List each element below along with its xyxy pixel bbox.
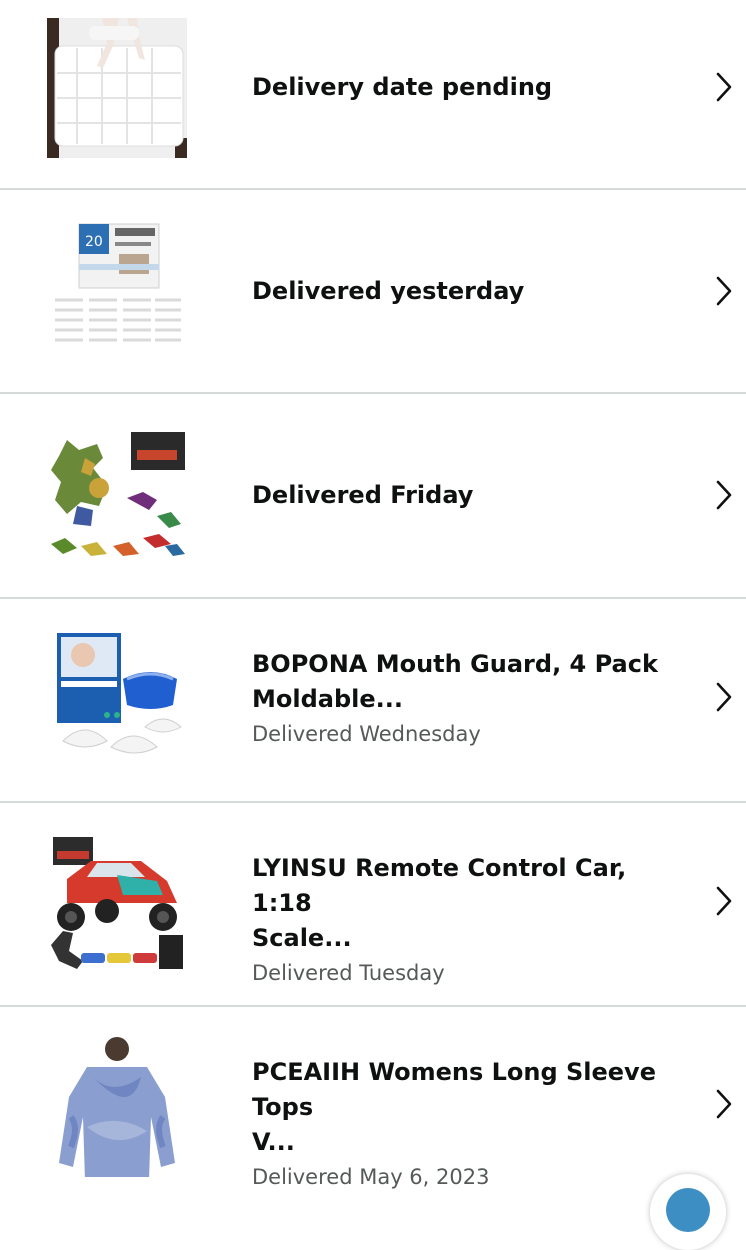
order-status: Delivered Wednesday [252,722,481,746]
chevron-right-icon [716,886,732,916]
order-status: Delivered Tuesday [252,961,445,985]
order-row[interactable]: PCEAIIH Womens Long Sleeve Tops V... Del… [0,1007,746,1211]
order-status: Delivered yesterday [252,277,525,305]
order-title-line-2: Scale... [252,924,352,952]
order-text: PCEAIIH Womens Long Sleeve Tops V... Del… [252,1055,692,1192]
chevron-right-icon [716,480,732,510]
order-title-line-2: Moldable... [252,685,404,713]
cabinet-locks-image: 20 [47,220,187,360]
order-row[interactable]: LYINSU Remote Control Car, 1:18 Scale...… [0,803,746,1007]
chevron-right-icon [716,1089,732,1119]
floating-button-icon [666,1188,710,1232]
order-title-line-2: V... [252,1128,295,1156]
rc-car-image [47,835,187,975]
order-row[interactable]: Delivery date pending [0,0,746,204]
chevron-right-icon [716,72,732,102]
order-status: Delivered Friday [252,481,474,509]
order-text: LYINSU Remote Control Car, 1:18 Scale...… [252,851,692,988]
svg-text:20: 20 [85,234,103,250]
order-row[interactable]: 20 Delivered yesterday [0,190,746,394]
order-text: Delivery date pending [252,70,692,105]
chevron-right-icon [716,682,732,712]
order-text: BOPONA Mouth Guard, 4 Pack Moldable... D… [252,647,692,749]
tie-dye-top-image [47,1037,187,1177]
mouth-guard-image [47,631,187,771]
order-title-line-1: LYINSU Remote Control Car, 1:18 [252,854,627,917]
chevron-right-icon [716,276,732,306]
order-row[interactable]: Delivered Friday [0,394,746,599]
order-text: Delivered Friday [252,478,692,513]
order-row[interactable]: BOPONA Mouth Guard, 4 Pack Moldable... D… [0,599,746,803]
mattress-topper-image [47,18,187,158]
order-status: Delivery date pending [252,73,553,101]
order-text: Delivered yesterday [252,274,692,309]
floating-action-button[interactable] [650,1174,726,1250]
order-title-line-1: BOPONA Mouth Guard, 4 Pack [252,650,658,678]
order-status: Delivered May 6, 2023 [252,1165,490,1189]
order-title-line-1: PCEAIIH Womens Long Sleeve Tops [252,1058,656,1121]
robot-dinosaur-toy-image [47,428,187,568]
